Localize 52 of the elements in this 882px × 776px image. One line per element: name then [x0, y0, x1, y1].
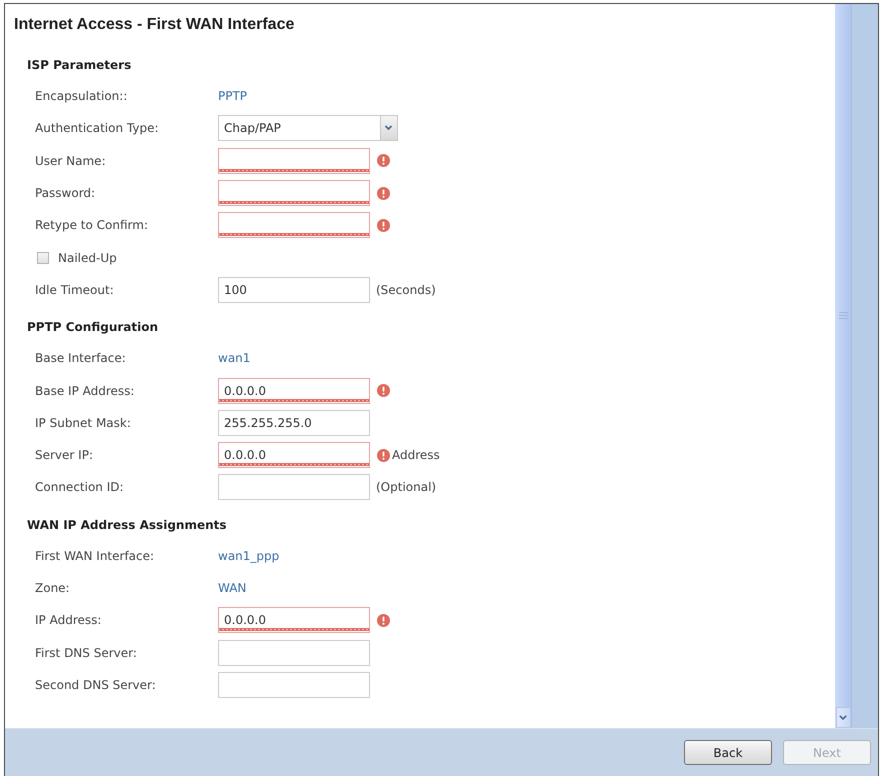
unit-label: (Optional): [376, 480, 436, 494]
field-label: First DNS Server:: [35, 646, 137, 660]
input-field[interactable]: [218, 148, 370, 174]
error-icon: [377, 614, 390, 627]
field-label: Authentication Type:: [35, 121, 159, 136]
input-field[interactable]: [218, 672, 370, 698]
input-field[interactable]: 100: [218, 276, 370, 303]
field-label: User Name:: [35, 154, 106, 168]
field-label: Password:: [35, 186, 96, 200]
dropdown[interactable]: Chap/PAP: [218, 115, 398, 142]
input-field[interactable]: 0.0.0.0: [218, 607, 370, 634]
unit-label: Address: [392, 448, 440, 462]
input-field[interactable]: 0.0.0.0: [218, 378, 370, 404]
field-value: wan1: [218, 351, 250, 366]
scrollbar[interactable]: [835, 4, 852, 728]
field-label: Idle Timeout:: [35, 282, 114, 297]
error-icon: [377, 448, 390, 462]
section-heading: WAN IP Address Assignments: [27, 516, 227, 534]
scroll-down-button[interactable]: [836, 707, 850, 728]
field-label: Retype to Confirm:: [35, 218, 148, 232]
field-label: Connection ID:: [35, 480, 124, 494]
field-label: Base Interface:: [35, 351, 126, 366]
field-label: First WAN Interface:: [35, 548, 154, 563]
section-heading: PPTP Configuration: [27, 319, 158, 336]
chevron-down-icon: [839, 715, 847, 720]
input-field[interactable]: 0.0.0.0: [218, 442, 370, 468]
input-field[interactable]: [218, 640, 370, 666]
field-value: WAN: [218, 581, 246, 595]
window-title: Internet Access - First WAN Interface: [14, 15, 294, 35]
field-label: Second DNS Server:: [35, 678, 156, 692]
input-field[interactable]: [218, 180, 370, 206]
error-icon: [377, 154, 390, 168]
field-label: Server IP:: [35, 448, 93, 462]
checkbox[interactable]: [37, 252, 49, 264]
checkbox-label: Nailed-Up: [58, 250, 117, 265]
field-label: Base IP Address:: [35, 384, 134, 398]
error-icon: [377, 218, 390, 232]
field-label: IP Address:: [35, 613, 102, 628]
input-field[interactable]: [218, 212, 370, 238]
error-icon: [377, 384, 390, 398]
section-heading: ISP Parameters: [27, 57, 132, 74]
back-button[interactable]: Back: [684, 740, 772, 765]
error-icon: [377, 186, 390, 200]
field-label: IP Subnet Mask:: [35, 416, 131, 430]
field-label: Encapsulation::: [35, 89, 128, 104]
field-value: wan1_ppp: [218, 548, 280, 563]
field-label: Zone:: [35, 581, 70, 595]
unit-label: (Seconds): [376, 282, 436, 297]
field-value: PPTP: [218, 89, 248, 104]
input-field[interactable]: 255.255.255.0: [218, 410, 370, 436]
grip-icon: [838, 312, 848, 319]
input-field[interactable]: [218, 474, 370, 500]
